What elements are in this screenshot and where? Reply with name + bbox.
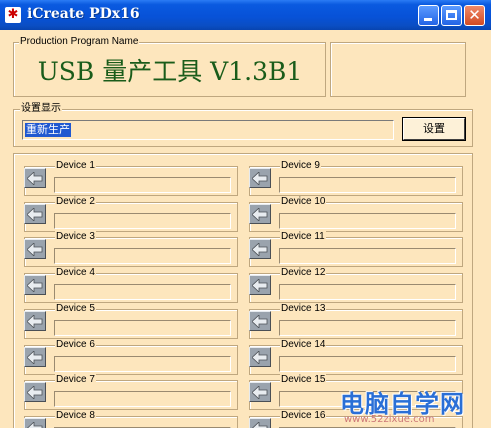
- device-9-button[interactable]: [249, 168, 271, 188]
- device-label: Device 8: [55, 410, 96, 422]
- arrow-left-icon: [252, 351, 268, 364]
- close-icon: ✕: [468, 6, 481, 24]
- device-label: Device 7: [55, 374, 96, 386]
- arrow-left-icon: [252, 243, 268, 256]
- display-settings-legend: 设置显示: [20, 103, 62, 115]
- device-9-slot: Device 9: [249, 160, 463, 196]
- device-15-button[interactable]: [249, 382, 271, 402]
- display-field[interactable]: 重新生产: [22, 120, 394, 140]
- device-7-slot: Device 7: [24, 374, 238, 410]
- device-13-status-field: [279, 320, 456, 336]
- maximize-icon: [446, 10, 457, 20]
- arrow-left-icon: [27, 351, 43, 364]
- device-1-button[interactable]: [24, 168, 46, 188]
- device-11-slot: Device 11: [249, 231, 463, 267]
- device-label: Device 14: [280, 339, 327, 351]
- arrow-left-icon: [252, 422, 268, 428]
- main-window: ✱ iCreate PDx16 ✕ Production Program Nam…: [0, 0, 491, 428]
- device-label: Device 2: [55, 196, 96, 208]
- device-label: Device 1: [55, 160, 96, 172]
- device-14-button[interactable]: [249, 347, 271, 367]
- device-10-status-field: [279, 213, 456, 229]
- device-label: Device 13: [280, 303, 327, 315]
- arrow-left-icon: [27, 279, 43, 292]
- device-label: Device 3: [55, 231, 96, 243]
- device-4-status-field: [54, 284, 231, 300]
- device-label: Device 6: [55, 339, 96, 351]
- device-7-status-field: [54, 391, 231, 407]
- program-name: USB 量产工具 V1.3B1: [37, 57, 303, 86]
- close-button[interactable]: ✕: [464, 5, 485, 26]
- device-label: Device 15: [280, 374, 327, 386]
- device-4-slot: Device 4: [24, 267, 238, 303]
- device-label: Device 11: [280, 231, 326, 243]
- arrow-left-icon: [252, 386, 268, 399]
- device-14-slot: Device 14: [249, 339, 463, 375]
- device-8-slot: Device 8: [24, 410, 238, 428]
- watermark: 电脑自学网 www.52zixue.com: [340, 384, 490, 428]
- device-6-status-field: [54, 356, 231, 372]
- device-2-slot: Device 2: [24, 196, 238, 232]
- set-button[interactable]: 设置: [402, 117, 466, 141]
- device-6-slot: Device 6: [24, 339, 238, 375]
- arrow-left-icon: [252, 208, 268, 221]
- device-3-status-field: [54, 248, 231, 264]
- minimize-icon: [424, 18, 432, 21]
- device-16-button[interactable]: [249, 418, 271, 428]
- device-14-status-field: [279, 356, 456, 372]
- app-icon[interactable]: ✱: [5, 7, 21, 23]
- device-2-button[interactable]: [24, 204, 46, 224]
- arrow-left-icon: [27, 172, 43, 185]
- arrow-left-icon: [252, 172, 268, 185]
- maximize-button[interactable]: [441, 5, 462, 26]
- program-name-legend: Production Program Name: [19, 36, 140, 48]
- device-8-button[interactable]: [24, 418, 46, 428]
- display-value: 重新生产: [25, 123, 71, 137]
- arrow-left-icon: [252, 279, 268, 292]
- device-4-button[interactable]: [24, 275, 46, 295]
- device-12-slot: Device 12: [249, 267, 463, 303]
- device-label: Device 4: [55, 267, 96, 279]
- minimize-button[interactable]: [418, 5, 439, 26]
- device-label: Device 5: [55, 303, 96, 315]
- device-2-status-field: [54, 213, 231, 229]
- device-10-button[interactable]: [249, 204, 271, 224]
- arrow-left-icon: [27, 243, 43, 256]
- arrow-left-icon: [27, 315, 43, 328]
- device-5-button[interactable]: [24, 311, 46, 331]
- device-11-status-field: [279, 248, 456, 264]
- device-3-button[interactable]: [24, 239, 46, 259]
- arrow-left-icon: [27, 386, 43, 399]
- device-label: Device 12: [280, 267, 327, 279]
- device-12-status-field: [279, 284, 456, 300]
- device-label: Device 9: [280, 160, 321, 172]
- device-1-status-field: [54, 177, 231, 193]
- watermark-url: www.52zixue.com: [344, 414, 435, 425]
- device-3-slot: Device 3: [24, 231, 238, 267]
- device-7-button[interactable]: [24, 382, 46, 402]
- device-5-slot: Device 5: [24, 303, 238, 339]
- device-1-slot: Device 1: [24, 160, 238, 196]
- device-9-status-field: [279, 177, 456, 193]
- device-12-button[interactable]: [249, 275, 271, 295]
- arrow-left-icon: [27, 422, 43, 428]
- device-5-status-field: [54, 320, 231, 336]
- device-6-button[interactable]: [24, 347, 46, 367]
- title-bar[interactable]: ✱ iCreate PDx16 ✕: [0, 0, 491, 30]
- arrow-left-icon: [252, 315, 268, 328]
- device-11-button[interactable]: [249, 239, 271, 259]
- window-title: iCreate PDx16: [27, 6, 140, 22]
- program-info-panel: [330, 42, 466, 97]
- device-13-button[interactable]: [249, 311, 271, 331]
- device-label: Device 10: [280, 196, 327, 208]
- device-10-slot: Device 10: [249, 196, 463, 232]
- device-13-slot: Device 13: [249, 303, 463, 339]
- device-label: Device 16: [280, 410, 327, 422]
- arrow-left-icon: [27, 208, 43, 221]
